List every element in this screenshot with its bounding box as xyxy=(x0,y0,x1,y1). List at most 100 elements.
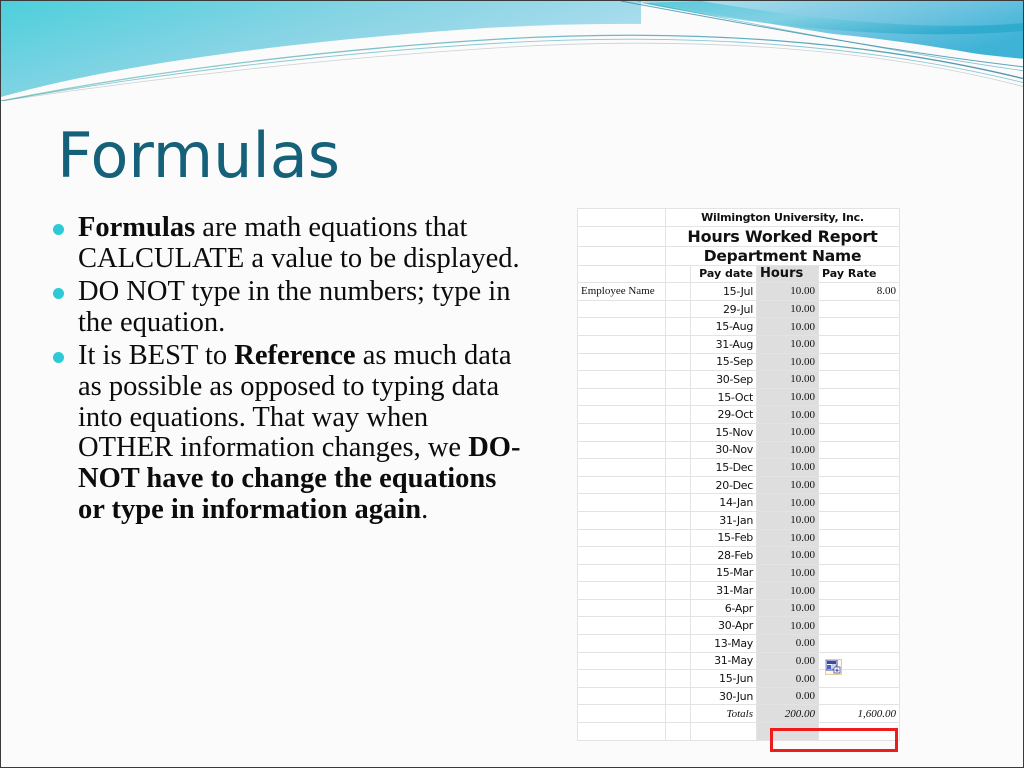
cell-pay-rate[interactable] xyxy=(818,387,900,407)
cell-empty-spacer[interactable] xyxy=(665,669,691,688)
cell-pay-date[interactable]: 15-Feb xyxy=(690,528,757,548)
column-header-pay-date[interactable]: Pay date xyxy=(690,264,757,284)
cell-pay-date[interactable]: 31-Mar xyxy=(690,581,757,600)
cell-hours[interactable]: 10.00 xyxy=(756,352,819,372)
cell-empty-spacer[interactable] xyxy=(665,405,691,424)
cell-empty-hours[interactable] xyxy=(756,722,819,741)
cell-pay-date[interactable]: 15-Dec xyxy=(690,458,757,477)
cell-hours[interactable]: 10.00 xyxy=(756,458,819,477)
cell-pay-date[interactable]: 28-Feb xyxy=(690,546,757,565)
cell-empty-spacer[interactable] xyxy=(665,334,691,354)
cell-empty-name[interactable] xyxy=(577,245,666,266)
cell-empty-spacer[interactable] xyxy=(665,528,691,548)
cell-empty-spacer[interactable] xyxy=(665,440,691,460)
cell-pay-date[interactable]: 15-Sep xyxy=(690,352,757,372)
cell-empty-spacer[interactable] xyxy=(665,317,691,336)
cell-pay-rate[interactable] xyxy=(818,475,900,495)
cell-empty-spacer[interactable] xyxy=(665,282,691,301)
cell-hours[interactable]: 10.00 xyxy=(756,405,819,424)
cell-empty-name[interactable] xyxy=(577,651,666,671)
cell-empty-name[interactable] xyxy=(577,563,666,583)
cell-hours[interactable]: 10.00 xyxy=(756,528,819,548)
column-header-hours[interactable]: Hours xyxy=(756,264,819,284)
cell-pay-rate[interactable] xyxy=(818,563,900,583)
cell-empty-spacer[interactable] xyxy=(665,387,691,407)
cell-pay-date[interactable]: 15-Jun xyxy=(690,669,757,688)
cell-empty-rate[interactable] xyxy=(818,722,900,741)
cell-hours[interactable]: 10.00 xyxy=(756,317,819,336)
cell-empty-spacer[interactable] xyxy=(665,722,691,741)
cell-pay-date[interactable]: 31-Aug xyxy=(690,334,757,354)
cell-empty-spacer[interactable] xyxy=(665,563,691,583)
cell-empty-spacer[interactable] xyxy=(665,510,691,530)
column-header-pay-rate[interactable]: Pay Rate xyxy=(818,264,900,284)
cell-empty-date[interactable] xyxy=(690,722,757,741)
cell-pay-date[interactable]: 30-Jun xyxy=(690,686,757,706)
cell-empty-name[interactable] xyxy=(577,528,666,548)
cell-empty-spacer[interactable] xyxy=(665,634,691,653)
cell-pay-date[interactable]: 29-Oct xyxy=(690,405,757,424)
cell-hours[interactable]: 10.00 xyxy=(756,493,819,512)
cell-empty-spacer[interactable] xyxy=(665,352,691,372)
cell-empty-spacer[interactable] xyxy=(665,493,691,512)
cell-empty-name[interactable] xyxy=(577,225,666,247)
cell-hours[interactable]: 10.00 xyxy=(756,581,819,600)
cell-empty-spacer[interactable] xyxy=(665,264,691,284)
cell-hours[interactable]: 0.00 xyxy=(756,634,819,653)
cell-empty-spacer[interactable] xyxy=(665,458,691,477)
cell-hours[interactable]: 10.00 xyxy=(756,387,819,407)
cell-empty-name[interactable] xyxy=(577,581,666,600)
cell-hours[interactable]: 10.00 xyxy=(756,475,819,495)
cell-empty-name[interactable] xyxy=(577,722,666,741)
cell-pay-rate[interactable] xyxy=(818,510,900,530)
cell-empty-spacer[interactable] xyxy=(665,422,691,442)
cell-pay-rate[interactable] xyxy=(818,458,900,477)
cell-pay-date[interactable]: 31-May xyxy=(690,651,757,671)
cell-pay-rate[interactable] xyxy=(818,581,900,600)
cell-hours[interactable]: 10.00 xyxy=(756,563,819,583)
cell-empty-name[interactable] xyxy=(577,616,666,636)
cell-pay-rate[interactable] xyxy=(818,299,900,319)
cell-empty-name[interactable] xyxy=(577,299,666,319)
cell-pay-date[interactable]: 30-Apr xyxy=(690,616,757,636)
cell-hours[interactable]: 10.00 xyxy=(756,370,819,389)
cell-empty-name[interactable] xyxy=(577,634,666,653)
cell-hours[interactable]: 10.00 xyxy=(756,598,819,618)
cell-pay-date[interactable]: 20-Dec xyxy=(690,475,757,495)
cell-empty-spacer[interactable] xyxy=(665,370,691,389)
totals-label[interactable]: Totals xyxy=(690,704,757,724)
cell-pay-rate[interactable] xyxy=(818,528,900,548)
cell-empty-name[interactable] xyxy=(577,546,666,565)
cell-empty-name[interactable] xyxy=(577,370,666,389)
cell-empty-spacer[interactable] xyxy=(665,686,691,706)
cell-empty-name[interactable] xyxy=(577,208,666,227)
cell-pay-rate[interactable] xyxy=(818,317,900,336)
cell-empty-spacer[interactable] xyxy=(665,546,691,565)
cell-pay-rate[interactable] xyxy=(818,686,900,706)
cell-pay-date[interactable]: 30-Sep xyxy=(690,370,757,389)
cell-pay-date[interactable]: 15-Nov xyxy=(690,422,757,442)
cell-empty-spacer[interactable] xyxy=(665,616,691,636)
cell-empty-name[interactable] xyxy=(577,458,666,477)
cell-empty-name[interactable] xyxy=(577,334,666,354)
cell-hours[interactable]: 10.00 xyxy=(756,510,819,530)
cell-empty-name[interactable] xyxy=(577,598,666,618)
cell-pay-rate[interactable] xyxy=(818,634,900,653)
cell-pay-rate[interactable]: 8.00 xyxy=(818,282,900,301)
cell-empty-name[interactable] xyxy=(577,422,666,442)
cell-empty-name[interactable] xyxy=(577,669,666,688)
cell-empty-name[interactable] xyxy=(577,387,666,407)
cell-pay-rate[interactable] xyxy=(818,440,900,460)
cell-hours[interactable]: 10.00 xyxy=(756,546,819,565)
cell-pay-rate[interactable] xyxy=(818,422,900,442)
cell-empty-spacer[interactable] xyxy=(665,598,691,618)
cell-empty-spacer[interactable] xyxy=(665,299,691,319)
cell-empty-spacer[interactable] xyxy=(665,581,691,600)
report-title-3[interactable]: Department Name xyxy=(665,245,900,266)
cell-pay-date[interactable]: 15-Aug xyxy=(690,317,757,336)
employee-name-cell[interactable]: Employee Name xyxy=(577,282,666,301)
cell-empty-name[interactable] xyxy=(577,440,666,460)
cell-empty-name[interactable] xyxy=(577,493,666,512)
cell-hours[interactable]: 0.00 xyxy=(756,651,819,671)
cell-empty-spacer[interactable] xyxy=(665,651,691,671)
